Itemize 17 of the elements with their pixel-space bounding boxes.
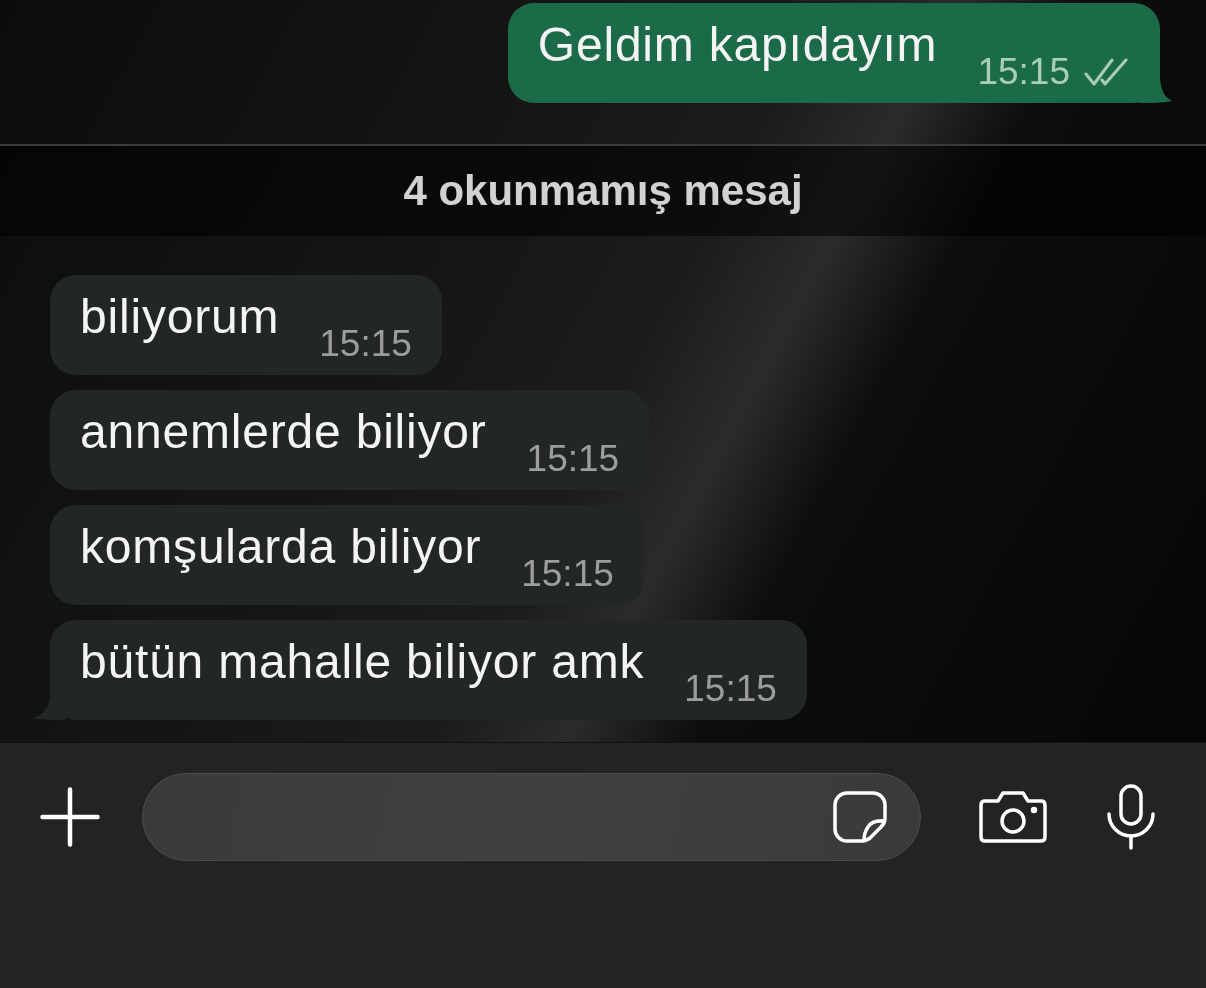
sticker-button[interactable]	[833, 791, 887, 843]
message-time: 15:15	[521, 553, 614, 595]
message-time: 15:15	[977, 51, 1070, 93]
message-text: komşularda biliyor	[80, 519, 482, 575]
message-text: biliyorum	[80, 289, 280, 345]
message-time: 15:15	[526, 438, 620, 480]
message-time: 15:15	[684, 668, 777, 710]
unread-messages-label: 4 okunmamış mesaj	[403, 167, 803, 215]
bubble-tail	[1140, 75, 1172, 103]
message-text: bütün mahalle biliyor amk	[80, 634, 645, 690]
message-text: annemlerde biliyor	[80, 404, 487, 460]
message-text: Geldim kapıdayım	[537, 17, 938, 73]
sticker-icon	[833, 791, 887, 843]
camera-icon	[979, 791, 1047, 843]
microphone-icon	[1107, 784, 1155, 850]
message-time: 15:15	[319, 323, 412, 365]
plus-icon	[40, 787, 100, 847]
